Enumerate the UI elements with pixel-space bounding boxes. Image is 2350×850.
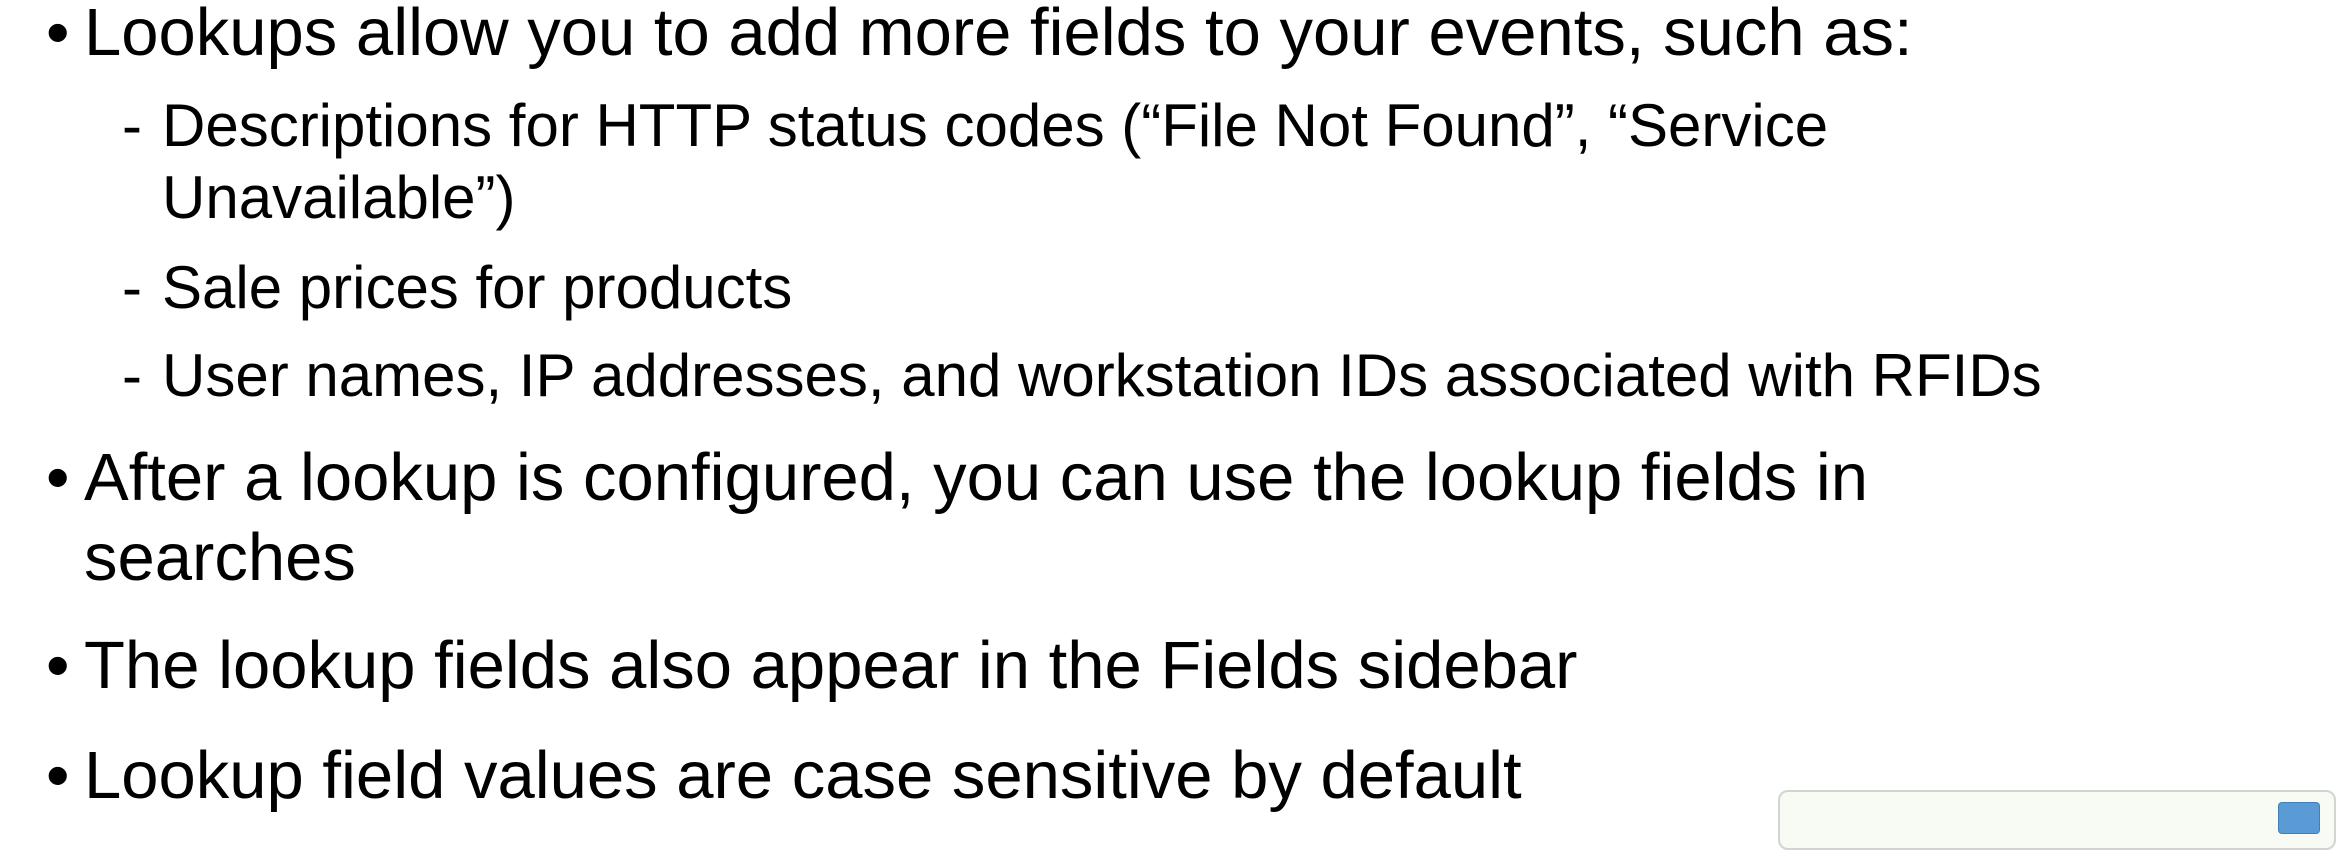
- sub-bullet-text: User names, IP addresses, and workstatio…: [162, 342, 2042, 409]
- bullet-fields-sidebar: • The lookup fields also appear in the F…: [46, 626, 2286, 706]
- bullet-text: The lookup fields also appear in the Fie…: [84, 628, 1578, 703]
- sub-bullet-sale-prices: - Sale prices for products: [122, 252, 2302, 324]
- callout-icon: [2278, 802, 2320, 834]
- bullet-after-lookup: • After a lookup is configured, you can …: [46, 438, 2046, 598]
- callout-box: [1778, 790, 2336, 850]
- slide-body: • Lookups allow you to add more fields t…: [0, 0, 2350, 850]
- bullet-text: After a lookup is configured, you can us…: [84, 440, 1869, 595]
- bullet-marker: •: [46, 0, 70, 70]
- sub-bullet-marker: -: [122, 254, 142, 321]
- bullet-marker: •: [46, 738, 70, 813]
- sub-bullet-marker: -: [122, 342, 142, 409]
- bullet-text: Lookups allow you to add more fields to …: [84, 0, 1913, 70]
- sub-bullet-marker: -: [122, 92, 142, 159]
- bullet-marker: •: [46, 628, 70, 703]
- sub-bullet-text: Descriptions for HTTP status codes (“Fil…: [162, 92, 1829, 231]
- bullet-marker: •: [46, 440, 70, 515]
- sub-bullet-user-names: - User names, IP addresses, and workstat…: [122, 340, 2302, 412]
- bullet-lookups-allow: • Lookups allow you to add more fields t…: [46, 0, 2286, 73]
- sub-bullet-text: Sale prices for products: [162, 254, 793, 321]
- sub-bullet-http-status: - Descriptions for HTTP status codes (“F…: [122, 90, 2052, 234]
